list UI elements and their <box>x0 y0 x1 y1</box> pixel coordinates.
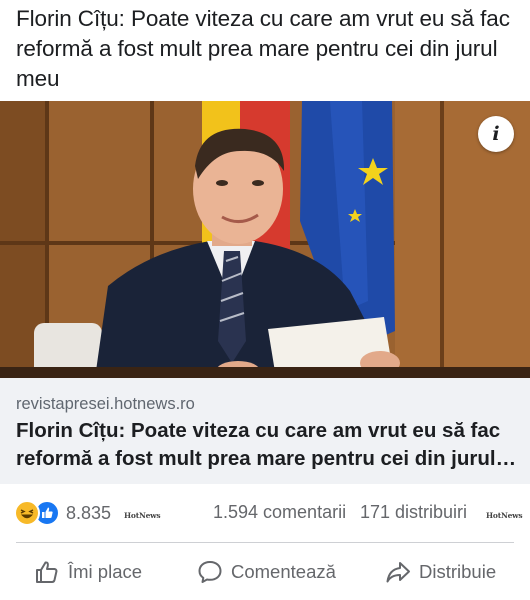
comment-button[interactable]: Comentează <box>197 543 336 600</box>
link-preview-card[interactable]: revistapresei.hotnews.ro Florin Cîțu: Po… <box>0 378 530 484</box>
hotnews-logo: HotNews <box>124 511 161 520</box>
like-label: Îmi place <box>68 560 143 582</box>
hotnews-logo: HotNews <box>486 511 523 520</box>
share-button[interactable]: Distribuie <box>385 543 496 600</box>
shares-count[interactable]: 171 distribuiri <box>360 502 467 523</box>
haha-icon <box>14 500 40 526</box>
link-domain: revistapresei.hotnews.ro <box>16 395 195 413</box>
post-image[interactable] <box>0 101 530 378</box>
photo-illustration <box>0 101 530 378</box>
action-bar: Îmi place Comentează Distribuie <box>0 543 530 600</box>
link-title[interactable]: Florin Cîțu: Poate viteza cu care am vru… <box>16 417 521 473</box>
post-title: Florin Cîțu: Poate viteza cu care am vru… <box>16 6 510 91</box>
info-button[interactable]: i <box>478 116 514 152</box>
share-label: Distribuie <box>419 560 497 582</box>
comments-count[interactable]: 1.594 comentarii <box>213 502 346 523</box>
reactions-summary[interactable]: 8.835 <box>14 500 111 526</box>
info-icon: i <box>492 123 500 145</box>
comment-icon <box>198 560 222 583</box>
comment-label: Comentează <box>231 560 336 582</box>
engagement-stats: 8.835 HotNews 1.594 comentarii 171 distr… <box>0 484 530 542</box>
thumbs-up-icon <box>36 560 58 583</box>
reactions-count: 8.835 <box>66 502 112 523</box>
share-icon <box>386 561 410 582</box>
like-button[interactable]: Îmi place <box>34 543 142 600</box>
